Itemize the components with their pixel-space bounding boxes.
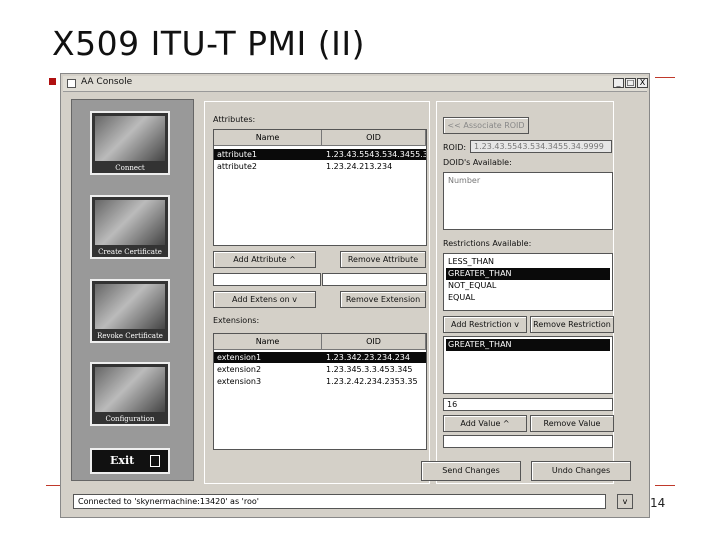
list-item[interactable]: GREATER_THAN bbox=[446, 339, 610, 351]
doid-label: DOID's Available: bbox=[443, 158, 512, 167]
list-item[interactable]: NOT_EQUAL bbox=[446, 280, 610, 292]
row-oid: 1.23.24.213.234 bbox=[326, 162, 393, 171]
slide-rule-bottom bbox=[46, 485, 60, 486]
attributes-panel: Attributes: Name OID attribute1 1.23.43.… bbox=[204, 101, 430, 484]
revoke-icon bbox=[95, 284, 165, 329]
slide-bullet bbox=[49, 78, 56, 85]
slide-page-number: 14 bbox=[650, 496, 666, 510]
add-value-button[interactable]: Add Value ^ bbox=[443, 415, 527, 432]
configuration-icon bbox=[95, 367, 165, 412]
associate-roid-button[interactable]: << Associate ROID bbox=[443, 117, 529, 134]
revoke-certificate-button[interactable]: Revoke Certificate bbox=[90, 279, 170, 343]
value-input[interactable]: 16 bbox=[443, 398, 613, 411]
exit-label: Exit bbox=[110, 454, 135, 467]
attributes-col-name[interactable]: Name bbox=[214, 130, 322, 146]
connect-label: Connect bbox=[115, 164, 145, 172]
row-name: extension2 bbox=[217, 365, 262, 374]
status-bar: Connected to 'skynermachine:13420' as 'r… bbox=[73, 494, 606, 509]
window-titlebar: AA Console _ □ X bbox=[63, 76, 648, 92]
remove-extension-button[interactable]: Remove Extension bbox=[340, 291, 426, 308]
attribute-oid-input[interactable] bbox=[322, 273, 427, 286]
row-name: attribute1 bbox=[217, 150, 257, 159]
window-title: AA Console bbox=[81, 77, 133, 87]
restrictions-panel: << Associate ROID ROID: 1.23.43.5543.534… bbox=[436, 101, 614, 484]
close-button[interactable]: X bbox=[637, 78, 648, 88]
extensions-col-oid[interactable]: OID bbox=[322, 334, 426, 350]
table-row[interactable]: extension2 1.23.345.3.3.453.345 bbox=[214, 364, 426, 375]
doid-list[interactable]: Number bbox=[443, 172, 613, 230]
slide-rule-bottom-right bbox=[655, 485, 675, 486]
configuration-button[interactable]: Configuration bbox=[90, 362, 170, 426]
restrictions-list[interactable]: LESS_THAN GREATER_THAN NOT_EQUAL EQUAL bbox=[443, 253, 613, 311]
extensions-col-name[interactable]: Name bbox=[214, 334, 322, 350]
row-name: extension3 bbox=[217, 377, 262, 386]
connect-icon bbox=[95, 116, 165, 161]
list-item[interactable]: EQUAL bbox=[446, 292, 610, 304]
connect-button[interactable]: Connect bbox=[90, 111, 170, 175]
row-oid: 1.23.345.3.3.453.345 bbox=[326, 365, 413, 374]
undo-changes-button[interactable]: Undo Changes bbox=[531, 461, 631, 481]
attributes-col-oid[interactable]: OID bbox=[322, 130, 426, 146]
remove-value-button[interactable]: Remove Value bbox=[530, 415, 614, 432]
table-row[interactable]: attribute2 1.23.24.213.234 bbox=[214, 161, 426, 172]
remove-attribute-button[interactable]: Remove Attribute bbox=[340, 251, 426, 268]
attribute-name-input[interactable] bbox=[213, 273, 321, 286]
list-item[interactable]: GREATER_THAN bbox=[446, 268, 610, 280]
create-certificate-button[interactable]: Create Certificate bbox=[90, 195, 170, 259]
minimize-button[interactable]: _ bbox=[613, 78, 624, 88]
roid-input[interactable]: 1.23.43.5543.534.3455.34.9999 bbox=[470, 140, 612, 153]
list-item[interactable]: Number bbox=[446, 175, 610, 187]
extensions-table[interactable]: Name OID extension1 1.23.342.23.234.234 … bbox=[213, 333, 427, 450]
table-row[interactable]: extension3 1.23.2.42.234.2353.35 bbox=[214, 376, 426, 387]
exit-door-icon bbox=[150, 455, 160, 467]
revoke-certificate-label: Revoke Certificate bbox=[97, 332, 163, 340]
maximize-button[interactable]: □ bbox=[625, 78, 636, 88]
row-name: extension1 bbox=[217, 353, 262, 362]
restrictions-label: Restrictions Available: bbox=[443, 239, 532, 248]
create-certificate-label: Create Certificate bbox=[98, 248, 162, 256]
add-restriction-button[interactable]: Add Restriction v bbox=[443, 316, 527, 333]
attributes-table[interactable]: Name OID attribute1 1.23.43.5543.534.345… bbox=[213, 129, 427, 246]
extensions-label: Extensions: bbox=[213, 316, 260, 325]
app-icon bbox=[67, 79, 76, 88]
row-oid: 1.23.342.23.234.234 bbox=[326, 353, 410, 362]
attributes-label: Attributes: bbox=[213, 115, 256, 124]
add-extension-button[interactable]: Add Extens on v bbox=[213, 291, 316, 308]
exit-button[interactable]: Exit bbox=[90, 448, 170, 474]
row-oid: 1.23.2.42.234.2353.35 bbox=[326, 377, 418, 386]
status-dropdown-button[interactable]: v bbox=[617, 494, 633, 509]
slide-rule-top bbox=[655, 77, 675, 78]
row-oid: 1.23.43.5543.534.3455.34 bbox=[326, 150, 426, 159]
table-row[interactable]: extension1 1.23.342.23.234.234 bbox=[214, 352, 426, 363]
nav-panel: Connect Create Certificate Revoke Certif… bbox=[71, 99, 194, 481]
applied-restrictions-list[interactable]: GREATER_THAN bbox=[443, 336, 613, 394]
slide-title: X509 ITU-T PMI (II) bbox=[52, 24, 365, 63]
add-attribute-button[interactable]: Add Attribute ^ bbox=[213, 251, 316, 268]
list-item[interactable]: LESS_THAN bbox=[446, 256, 610, 268]
value-secondary-input[interactable] bbox=[443, 435, 613, 448]
certificate-icon bbox=[95, 200, 165, 245]
aa-console-window: AA Console _ □ X Connect Create Certific… bbox=[60, 73, 650, 518]
send-changes-button[interactable]: Send Changes bbox=[421, 461, 521, 481]
remove-restriction-button[interactable]: Remove Restriction bbox=[530, 316, 614, 333]
roid-label: ROID: bbox=[443, 143, 467, 152]
table-row[interactable]: attribute1 1.23.43.5543.534.3455.34 bbox=[214, 149, 426, 160]
configuration-label: Configuration bbox=[105, 415, 155, 423]
row-name: attribute2 bbox=[217, 162, 257, 171]
